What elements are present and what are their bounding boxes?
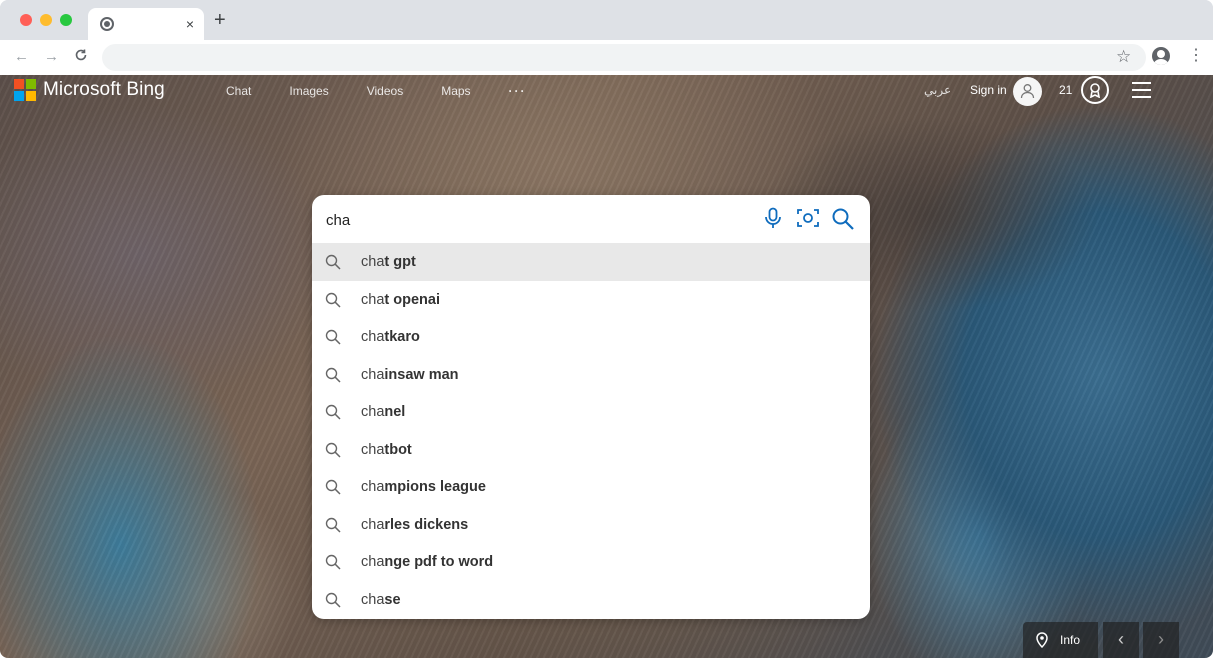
suggestion-text: charles dickens <box>361 516 469 533</box>
bing-homepage: Microsoft Bing Chat Images Videos Maps ·… <box>0 75 1213 658</box>
search-icon <box>325 329 341 349</box>
info-button[interactable]: Info <box>1023 622 1098 658</box>
suggestion-text: chat gpt <box>361 254 416 270</box>
reload-button[interactable] <box>74 48 88 67</box>
bing-logo[interactable]: Microsoft Bing <box>14 78 165 102</box>
suggestion-item[interactable]: chainsaw man <box>312 356 870 394</box>
back-button[interactable]: ← <box>14 48 29 66</box>
suggestion-text: champions league <box>361 479 486 495</box>
suggestion-item[interactable]: champions league <box>312 468 870 506</box>
suggestion-item[interactable]: chat openai <box>312 281 870 319</box>
search-row <box>312 195 870 243</box>
forward-button[interactable]: → <box>44 48 59 66</box>
search-icon <box>325 367 341 387</box>
avatar[interactable] <box>1013 77 1042 106</box>
previous-image-button[interactable]: ‹ <box>1103 622 1139 658</box>
chrome-icon <box>100 17 114 31</box>
search-icon <box>325 442 341 462</box>
suggestion-item[interactable]: chase <box>312 581 870 619</box>
nav-chat[interactable]: Chat <box>226 84 251 98</box>
address-bar[interactable] <box>102 44 1146 71</box>
search-icon[interactable] <box>831 207 855 236</box>
autosuggest-list: chat gpt chat openai chatkaro chainsaw man c… <box>312 243 870 618</box>
rewards-icon <box>1090 83 1100 98</box>
info-label: Info <box>1060 633 1081 647</box>
new-tab-button[interactable]: + <box>214 10 226 30</box>
microsoft-logo-icon <box>14 79 36 101</box>
location-pin-icon <box>1036 632 1048 648</box>
suggestion-text: chatbot <box>361 441 412 458</box>
language-link[interactable]: عربي <box>924 83 951 97</box>
suggestion-text: chanel <box>361 404 406 420</box>
nav-more-button[interactable]: ··· <box>509 84 527 98</box>
nav-maps[interactable]: Maps <box>441 84 470 98</box>
visual-search-icon[interactable] <box>796 207 820 234</box>
star-icon[interactable]: ☆ <box>1116 47 1131 67</box>
suggestion-text: chatkaro <box>361 329 420 345</box>
search-icon <box>325 554 341 574</box>
next-image-button[interactable]: › <box>1143 622 1179 658</box>
user-icon <box>1020 84 1035 99</box>
suggestion-text: change pdf to word <box>361 554 494 570</box>
suggestion-item[interactable]: change pdf to word <box>312 543 870 581</box>
browser-window: × + ← → ☆ ⋮ Microsoft Bing Chat Images V <box>0 0 1213 658</box>
search-input[interactable] <box>326 209 726 231</box>
reload-icon <box>75 49 87 61</box>
hamburger-menu-icon[interactable] <box>1132 82 1151 103</box>
search-icon <box>325 404 341 424</box>
browser-menu-button[interactable]: ⋮ <box>1188 47 1204 65</box>
top-navigation: Chat Images Videos Maps ··· <box>226 84 565 98</box>
search-icon <box>325 292 341 312</box>
sign-in-link[interactable]: Sign in <box>970 83 1007 97</box>
nav-videos[interactable]: Videos <box>367 84 403 98</box>
minimize-window-button[interactable] <box>40 14 52 26</box>
suggestion-text: chainsaw man <box>361 366 459 383</box>
browser-toolbar: ← → ☆ ⋮ <box>0 40 1213 75</box>
search-icon <box>325 254 341 274</box>
tab-strip: × + <box>0 0 1213 40</box>
mic-icon[interactable] <box>764 207 782 234</box>
nav-images[interactable]: Images <box>289 84 328 98</box>
rewards-points: 21 <box>1059 83 1073 97</box>
suggestion-text: chase <box>361 591 401 608</box>
search-icon <box>325 517 341 537</box>
suggestion-item[interactable]: charles dickens <box>312 506 870 544</box>
suggestion-item[interactable]: chatkaro <box>312 318 870 356</box>
maximize-window-button[interactable] <box>60 14 72 26</box>
search-icon <box>325 592 341 612</box>
close-window-button[interactable] <box>20 14 32 26</box>
rewards-button[interactable] <box>1081 76 1109 104</box>
tab-close-button[interactable]: × <box>186 15 194 33</box>
suggestion-item[interactable]: chat gpt <box>312 243 870 281</box>
browser-tab[interactable]: × <box>88 8 204 40</box>
suggestion-item[interactable]: chatbot <box>312 431 870 469</box>
suggestion-text: chat openai <box>361 291 440 308</box>
search-panel: chat gpt chat openai chatkaro chainsaw man c… <box>312 195 870 619</box>
search-icon <box>325 479 341 499</box>
profile-icon[interactable] <box>1152 47 1170 65</box>
suggestion-item[interactable]: chanel <box>312 393 870 431</box>
bing-logo-text: Microsoft Bing <box>43 79 165 100</box>
